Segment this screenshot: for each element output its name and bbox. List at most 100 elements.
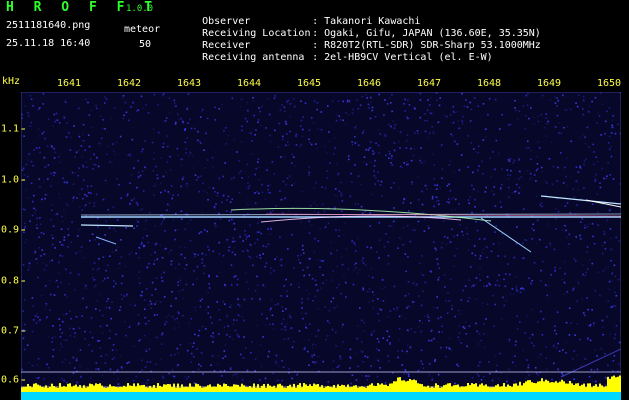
noise-speck bbox=[53, 157, 56, 159]
noise-speck bbox=[160, 223, 163, 225]
noise-speck bbox=[401, 166, 403, 169]
noise-speck bbox=[609, 333, 611, 336]
level-bar bbox=[125, 386, 127, 392]
noise-speck bbox=[312, 300, 314, 302]
noise-speck bbox=[545, 113, 547, 115]
noise-speck bbox=[516, 315, 518, 318]
noise-speck bbox=[508, 368, 510, 371]
noise-speck bbox=[467, 199, 470, 201]
noise-speck bbox=[477, 105, 480, 107]
noise-speck bbox=[376, 375, 379, 378]
noise-speck bbox=[357, 144, 360, 147]
noise-speck bbox=[486, 303, 489, 305]
noise-speck bbox=[388, 225, 391, 227]
noise-speck bbox=[485, 128, 487, 130]
noise-speck bbox=[407, 344, 409, 347]
level-bar bbox=[593, 385, 595, 392]
noise-speck bbox=[206, 159, 209, 161]
noise-speck bbox=[138, 246, 140, 249]
noise-speck bbox=[133, 345, 135, 347]
noise-speck bbox=[365, 375, 367, 377]
level-bar bbox=[541, 378, 543, 392]
noise-speck bbox=[436, 200, 438, 203]
noise-speck bbox=[213, 370, 216, 372]
level-bar bbox=[589, 383, 591, 392]
noise-speck bbox=[135, 252, 137, 255]
noise-speck bbox=[141, 359, 143, 362]
level-bar bbox=[395, 381, 397, 392]
noise-speck bbox=[345, 111, 347, 114]
noise-speck bbox=[564, 272, 566, 275]
noise-speck bbox=[247, 250, 249, 252]
noise-speck bbox=[494, 354, 497, 357]
noise-speck bbox=[27, 159, 30, 162]
noise-speck bbox=[357, 365, 359, 368]
noise-speck bbox=[113, 357, 115, 359]
level-bar bbox=[169, 384, 171, 392]
noise-speck bbox=[262, 245, 265, 247]
noise-speck bbox=[34, 315, 37, 317]
noise-speck bbox=[407, 256, 409, 258]
noise-speck bbox=[593, 322, 595, 325]
noise-speck bbox=[573, 196, 576, 198]
noise-speck bbox=[257, 119, 260, 121]
noise-speck bbox=[106, 300, 108, 303]
level-bar bbox=[127, 383, 129, 392]
noise-speck bbox=[492, 151, 494, 153]
noise-speck bbox=[197, 176, 200, 179]
noise-speck bbox=[91, 350, 93, 352]
noise-speck bbox=[566, 125, 569, 128]
noise-speck bbox=[403, 372, 405, 375]
noise-speck bbox=[254, 173, 256, 176]
noise-speck bbox=[325, 338, 327, 341]
noise-speck bbox=[514, 380, 516, 382]
noise-speck bbox=[313, 210, 316, 213]
noise-speck bbox=[584, 136, 586, 139]
noise-speck bbox=[251, 153, 253, 155]
noise-speck bbox=[57, 286, 59, 288]
noise-speck bbox=[312, 361, 314, 363]
noise-speck bbox=[570, 322, 572, 325]
level-bar bbox=[433, 387, 435, 392]
noise-speck bbox=[366, 356, 369, 359]
noise-speck bbox=[65, 339, 68, 342]
noise-speck bbox=[125, 226, 127, 229]
noise-speck bbox=[371, 106, 374, 109]
noise-speck bbox=[38, 135, 41, 137]
level-bar bbox=[25, 386, 27, 392]
noise-speck bbox=[369, 225, 371, 227]
noise-speck bbox=[112, 206, 115, 208]
noise-speck bbox=[144, 366, 147, 368]
noise-speck bbox=[383, 245, 386, 248]
noise-speck bbox=[176, 347, 179, 350]
noise-speck bbox=[468, 202, 470, 205]
noise-speck bbox=[233, 246, 235, 249]
noise-speck bbox=[378, 151, 380, 154]
noise-speck bbox=[70, 241, 72, 244]
noise-speck bbox=[128, 253, 131, 256]
noise-speck bbox=[595, 156, 597, 158]
noise-speck bbox=[448, 337, 451, 340]
noise-speck bbox=[611, 119, 614, 122]
noise-speck bbox=[427, 225, 430, 227]
noise-speck bbox=[434, 360, 436, 363]
noise-speck bbox=[308, 292, 311, 295]
noise-speck bbox=[91, 233, 94, 235]
level-bar bbox=[267, 383, 269, 392]
level-bar bbox=[515, 383, 517, 392]
noise-speck bbox=[325, 279, 328, 281]
noise-speck bbox=[326, 177, 329, 179]
level-bar bbox=[571, 383, 573, 392]
noise-speck bbox=[509, 158, 512, 160]
noise-speck bbox=[118, 262, 121, 265]
noise-speck bbox=[387, 316, 390, 318]
noise-speck bbox=[202, 182, 204, 184]
noise-speck bbox=[596, 112, 599, 114]
noise-speck bbox=[131, 138, 134, 141]
noise-speck bbox=[226, 238, 229, 241]
noise-speck bbox=[581, 264, 584, 266]
level-bar bbox=[427, 385, 429, 392]
noise-speck bbox=[52, 348, 55, 351]
level-bar bbox=[333, 385, 335, 392]
noise-speck bbox=[247, 203, 249, 206]
